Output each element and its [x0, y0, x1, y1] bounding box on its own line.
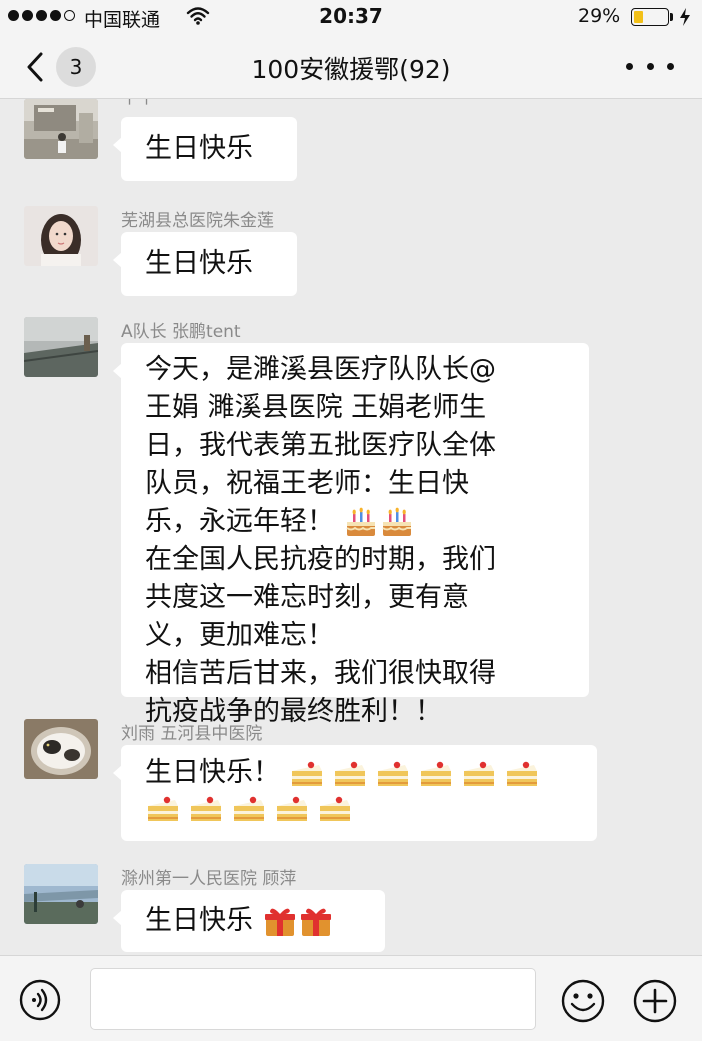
shortcake-icon	[377, 761, 408, 786]
message-text-line: 相信苦后甘来，我们很快取得	[145, 658, 496, 689]
battery-level	[634, 11, 643, 23]
sender-name: 滁州第一人民医院 顾萍	[121, 869, 297, 889]
message-text-line: 乐，永远年轻！	[145, 506, 334, 537]
shortcake-icon	[277, 796, 307, 821]
message-text-line: 队员，祝福王老师：生日快	[145, 468, 469, 499]
avatar[interactable]	[24, 99, 98, 159]
message-input[interactable]	[90, 968, 536, 1030]
emoji-row	[262, 905, 334, 939]
message-text-line: 在全国人民抗疫的时期，我们	[145, 544, 496, 575]
charging-bolt-icon	[680, 8, 690, 26]
message-text-line: 共度这一难忘时刻，更有意	[145, 582, 469, 613]
more-options-button[interactable]	[626, 56, 674, 76]
voice-input-icon[interactable]	[18, 978, 62, 1022]
plus-icon[interactable]	[632, 978, 678, 1024]
emoji-face-icon[interactable]	[560, 978, 606, 1024]
message-bubble[interactable]: 生日快乐！	[113, 745, 597, 841]
battery-percent: 29%	[578, 5, 621, 27]
message-text-line: 义，更加难忘！	[145, 620, 334, 651]
shortcake-icon	[463, 761, 494, 786]
shortcake-icon	[148, 796, 178, 821]
battery-tip	[670, 13, 673, 21]
emoji-row	[145, 792, 577, 826]
sender-name: 芜湖县总医院朱金莲	[121, 211, 274, 231]
message-text: 生日快乐	[145, 905, 253, 936]
message-text: 生日快乐	[145, 248, 253, 279]
message-text-line: 王娟 濉溪县医院 王娟老师生	[145, 392, 487, 423]
shortcake-icon	[191, 796, 221, 821]
message-text-line: 今天，是濉溪县医疗队队长@	[145, 354, 496, 385]
emoji-row	[343, 506, 415, 540]
shortcake-icon	[420, 761, 451, 786]
shortcake-icon	[320, 796, 350, 821]
message-text-line: 乐，永远年轻！	[145, 503, 569, 541]
gift-icon	[264, 908, 295, 936]
message-list[interactable]: 午午 生日快乐 芜湖县总医院朱金莲 生日快乐	[0, 99, 702, 955]
chat-screen: 中国联通 20:37 29% 3 100安徽援鄂(92) 生日快乐 芜湖县总医院…	[0, 0, 702, 1041]
shortcake-icon	[334, 761, 365, 786]
birthday-cake-icon	[345, 507, 375, 536]
shortcake-icon	[234, 796, 264, 821]
message-bubble[interactable]: 生日快乐	[113, 890, 385, 952]
avatar[interactable]	[24, 719, 98, 779]
avatar[interactable]	[24, 317, 98, 377]
emoji-row	[289, 757, 547, 791]
message-bubble[interactable]: 生日快乐	[113, 232, 297, 296]
message-text: 生日快乐！	[145, 757, 280, 788]
status-bar: 中国联通 20:37 29%	[0, 0, 702, 34]
avatar[interactable]	[24, 864, 98, 924]
gift-icon	[300, 908, 331, 936]
sender-name: A队长 张鹏tent	[121, 322, 241, 342]
battery-icon	[631, 8, 669, 26]
sender-name: 刘雨 五河县中医院	[121, 724, 263, 744]
chat-title: 100安徽援鄂(92)	[251, 55, 451, 84]
message-text-line: 日，我代表第五批医疗队全体	[145, 430, 496, 461]
shortcake-icon	[291, 761, 322, 786]
sender-name: 午午	[121, 99, 155, 108]
more-dots-icon	[626, 62, 633, 70]
message-bubble[interactable]: 今天，是濉溪县医疗队队长@ 王娟 濉溪县医院 王娟老师生 日，我代表第五批医疗队…	[113, 343, 589, 727]
birthday-cake-icon	[381, 507, 411, 536]
shortcake-icon	[506, 761, 537, 786]
message-bubble[interactable]: 生日快乐	[113, 117, 297, 181]
input-bar	[0, 955, 702, 1041]
avatar[interactable]	[24, 206, 98, 266]
nav-bar: 3 100安徽援鄂(92)	[0, 34, 702, 99]
message-text: 生日快乐	[145, 133, 253, 164]
